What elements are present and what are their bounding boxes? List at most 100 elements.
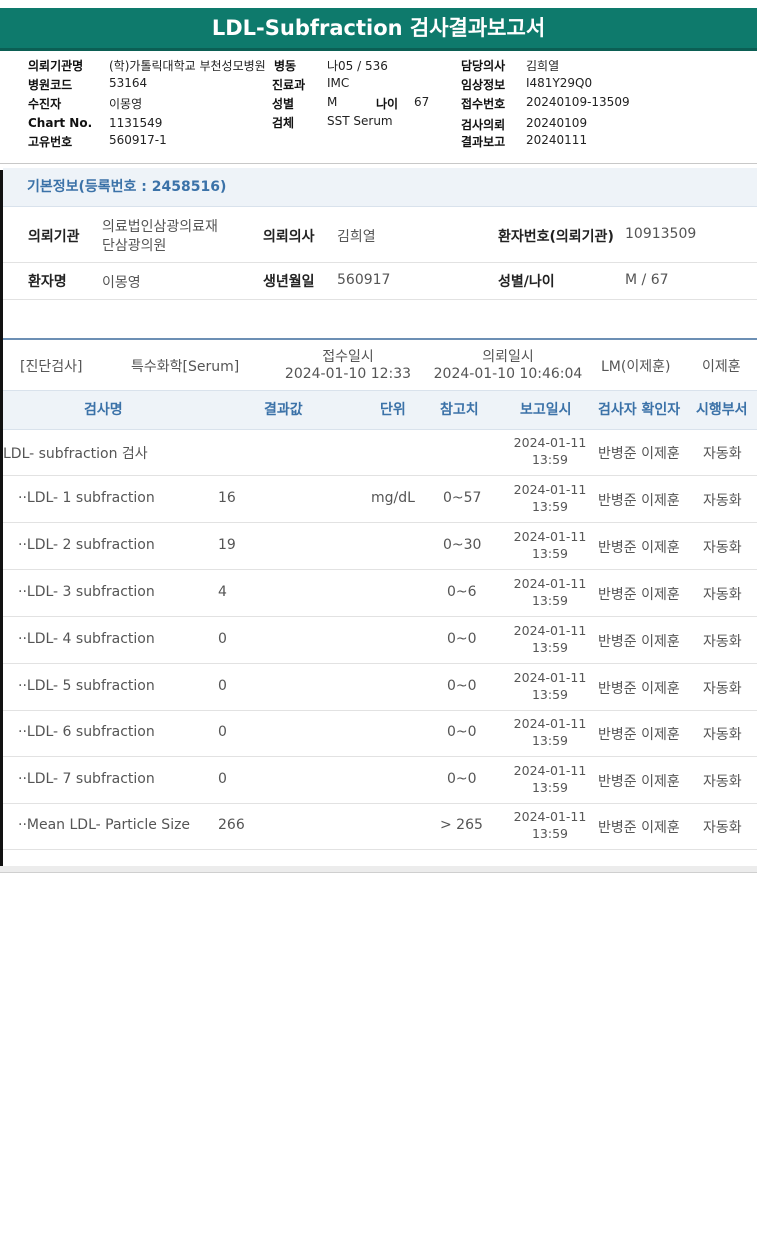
ward-value: 나05 / 536 — [327, 59, 388, 73]
column-header-result: 결과값 — [264, 402, 303, 418]
sex-age-value: M / 67 — [625, 272, 669, 288]
table-row: ··LDL- 6 subfraction 0 0~0 2024-01-11 13… — [3, 710, 757, 757]
test-name: ··LDL- 4 subfraction — [18, 631, 155, 647]
department: 자동화 — [703, 774, 742, 790]
receipt-datetime-label: 접수일시 — [322, 349, 374, 365]
referring-doctor-label: 의뢰의사 — [263, 229, 315, 245]
report-date: 2024-01-11 — [513, 623, 587, 638]
unique-number-value: 560917-1 — [109, 133, 167, 147]
department-label: 진료과 — [272, 78, 306, 92]
doctor-value: 김희열 — [526, 59, 560, 73]
hospital-value: (학)가톨릭대학교 부천성모병원 — [109, 59, 266, 73]
basic-divider — [3, 299, 757, 300]
department: 자동화 — [703, 540, 742, 556]
patient-label: 수진자 — [28, 97, 62, 111]
result-value: 0 — [218, 631, 227, 647]
department: 자동화 — [703, 634, 742, 650]
column-header-department: 시행부서 — [696, 402, 748, 418]
specimen-label: 검체 — [272, 116, 295, 130]
basic-info-title: 기본정보(등록번호 : 2458516) — [27, 179, 227, 195]
staff: 반병준 이제훈 — [598, 446, 680, 462]
reference-range: 0~0 — [447, 724, 477, 740]
report-time: 13:59 — [531, 687, 569, 702]
report-date: 2024-01-11 — [513, 482, 587, 497]
test-name: ··LDL- 6 subfraction — [18, 724, 155, 740]
hospital-code-label: 병원코드 — [28, 78, 73, 92]
result-report-value: 20240111 — [526, 133, 588, 147]
test-name: ··LDL- 5 subfraction — [18, 678, 155, 694]
table-row: ··LDL- 3 subfraction 4 0~6 2024-01-11 13… — [3, 570, 757, 617]
receipt-number-label: 접수번호 — [461, 97, 506, 111]
receipt-datetime-value: 2024-01-10 12:33 — [284, 366, 412, 382]
report-title-bar: LDL-Subfraction 검사결과보고서 — [0, 8, 757, 48]
institution-value-line2: 단삼광의원 — [102, 238, 167, 254]
unit: mg/dL — [371, 490, 415, 506]
test-category: [진단검사] — [20, 359, 83, 375]
test-name: ··LDL- 1 subfraction — [18, 490, 155, 506]
test-name: ··LDL- 7 subfraction — [18, 771, 155, 787]
test-name: LDL- subfraction 검사 — [3, 446, 148, 462]
staff: 반병준 이제훈 — [598, 587, 680, 603]
staff: 반병준 이제훈 — [598, 681, 680, 697]
specimen-value: SST Serum — [327, 114, 393, 128]
birthdate-label: 생년월일 — [263, 274, 315, 290]
reference-range: 0~6 — [447, 584, 477, 600]
test-name: ··LDL- 2 subfraction — [18, 537, 155, 553]
staff: 반병준 이제훈 — [598, 634, 680, 650]
panel-top-divider — [0, 163, 757, 164]
reference-range: 0~0 — [447, 631, 477, 647]
unique-number-label: 고유번호 — [28, 135, 73, 149]
hospital-label: 의뢰기관명 — [28, 59, 84, 73]
report-title: LDL-Subfraction 검사결과보고서 — [211, 16, 546, 40]
clinical-info-label: 임상정보 — [461, 78, 506, 92]
result-value: 266 — [218, 817, 245, 833]
department: 자동화 — [703, 820, 742, 836]
reference-range: 0~0 — [447, 771, 477, 787]
column-header-staff: 검사자 확인자 — [598, 402, 681, 418]
institution-label: 의뢰기관 — [28, 229, 80, 245]
report-date: 2024-01-11 — [513, 576, 587, 591]
test-request-value: 20240109 — [526, 116, 588, 130]
report-time: 13:59 — [531, 826, 569, 841]
sex-age-label: 성별/나이 — [498, 274, 555, 290]
table-row: ··LDL- 4 subfraction 0 0~0 2024-01-11 13… — [3, 617, 757, 664]
report-time: 13:59 — [531, 452, 569, 467]
table-row: ··Mean LDL- Particle Size 266 > 265 2024… — [3, 803, 757, 850]
table-row: ··LDL- 1 subfraction 16 mg/dL 0~57 2024-… — [3, 476, 757, 523]
results-table-header: 검사명 결과값 단위 참고치 보고일시 검사자 확인자 시행부서 — [3, 390, 757, 430]
reference-range: 0~30 — [443, 537, 482, 553]
report-date: 2024-01-11 — [513, 763, 587, 778]
report-time: 13:59 — [531, 640, 569, 655]
institution-value-line1: 의료법인삼광의료재 — [102, 219, 218, 235]
reference-range: 0~0 — [447, 678, 477, 694]
staff: 반병준 이제훈 — [598, 540, 680, 556]
test-type: 특수화학[Serum] — [131, 359, 240, 375]
lab-manager: LM(이제훈) — [601, 359, 671, 375]
birthdate-value: 560917 — [337, 272, 391, 288]
reference-range: 0~57 — [443, 490, 482, 506]
results-section-divider — [3, 338, 757, 340]
department: 자동화 — [703, 493, 742, 509]
department: 자동화 — [703, 681, 742, 697]
staff: 반병준 이제훈 — [598, 727, 680, 743]
report-time: 13:59 — [531, 593, 569, 608]
receipt-number-value: 20240109-13509 — [526, 95, 630, 109]
patient-name-label: 환자명 — [28, 274, 67, 290]
table-row: ··LDL- 2 subfraction 19 0~30 2024-01-11 … — [3, 523, 757, 570]
age-value: 67 — [414, 95, 430, 109]
result-report-label: 결과보고 — [461, 135, 506, 149]
table-row: LDL- subfraction 검사 2024-01-11 13:59 반병준… — [3, 429, 757, 476]
report-time: 13:59 — [531, 733, 569, 748]
staff: 반병준 이제훈 — [598, 820, 680, 836]
report-date: 2024-01-11 — [513, 809, 587, 824]
hospital-code-value: 53164 — [109, 76, 148, 90]
ward-label: 병동 — [272, 57, 297, 74]
report-date: 2024-01-11 — [513, 435, 587, 450]
test-request-label: 검사의뢰 — [461, 118, 506, 132]
title-divider — [0, 48, 757, 51]
department: 자동화 — [703, 587, 742, 603]
chart-number-label: Chart No. — [28, 116, 93, 130]
result-value: 0 — [218, 678, 227, 694]
table-row: ··LDL- 7 subfraction 0 0~0 2024-01-11 13… — [3, 757, 757, 804]
staff: 반병준 이제훈 — [598, 774, 680, 790]
